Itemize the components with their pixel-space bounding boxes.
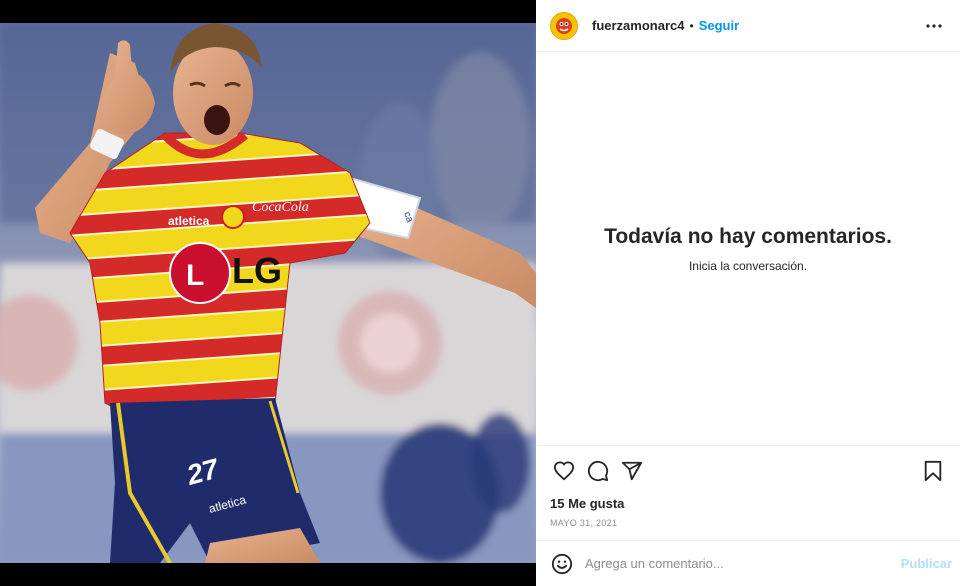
likes-count[interactable]: 15 Me gusta [536, 496, 960, 512]
add-comment-bar: Publicar [536, 540, 960, 586]
svg-text:L: L [186, 259, 204, 292]
follow-button[interactable]: Seguir [699, 18, 739, 33]
post-photo[interactable]: ca L LG atletica CocaCola 27 atletica [0, 23, 536, 563]
publish-button[interactable]: Publicar [901, 556, 952, 571]
post-side-panel: fuerzamonarc4 • Seguir Todavía no hay co… [536, 0, 960, 586]
comment-button[interactable] [583, 456, 613, 486]
svg-text:CocaCola: CocaCola [252, 200, 309, 215]
share-button[interactable] [617, 456, 647, 486]
bookmark-icon [924, 460, 942, 482]
post-actions [536, 448, 960, 494]
no-comments-subtitle: Inicia la conversación. [688, 258, 808, 273]
monarcas-mascot-icon [556, 17, 572, 34]
more-options-button[interactable] [922, 14, 946, 38]
author-username[interactable]: fuerzamonarc4 [592, 18, 684, 33]
header-separator: • [689, 18, 694, 33]
comment-icon [587, 460, 609, 482]
more-horizontal-icon [926, 23, 942, 28]
comment-input[interactable] [585, 556, 901, 571]
svg-text:atletica: atletica [168, 214, 210, 228]
comments-section: Todavía no hay comentarios. Inicia la co… [536, 52, 960, 446]
emoji-button[interactable] [550, 552, 574, 576]
heart-icon [553, 461, 575, 481]
post-media: ca L LG atletica CocaCola 27 atletica [0, 0, 536, 586]
post-modal: ca L LG atletica CocaCola 27 atletica fu… [0, 0, 960, 586]
post-date[interactable]: MAYO 31, 2021 [536, 518, 960, 536]
send-icon [621, 461, 643, 481]
post-header: fuerzamonarc4 • Seguir [536, 0, 960, 52]
no-comments-title: Todavía no hay comentarios. [604, 224, 892, 248]
save-button[interactable] [918, 456, 948, 486]
author-avatar[interactable] [550, 11, 578, 40]
emoji-icon [551, 553, 573, 574]
svg-text:LG: LG [232, 250, 282, 291]
like-button[interactable] [549, 456, 579, 486]
